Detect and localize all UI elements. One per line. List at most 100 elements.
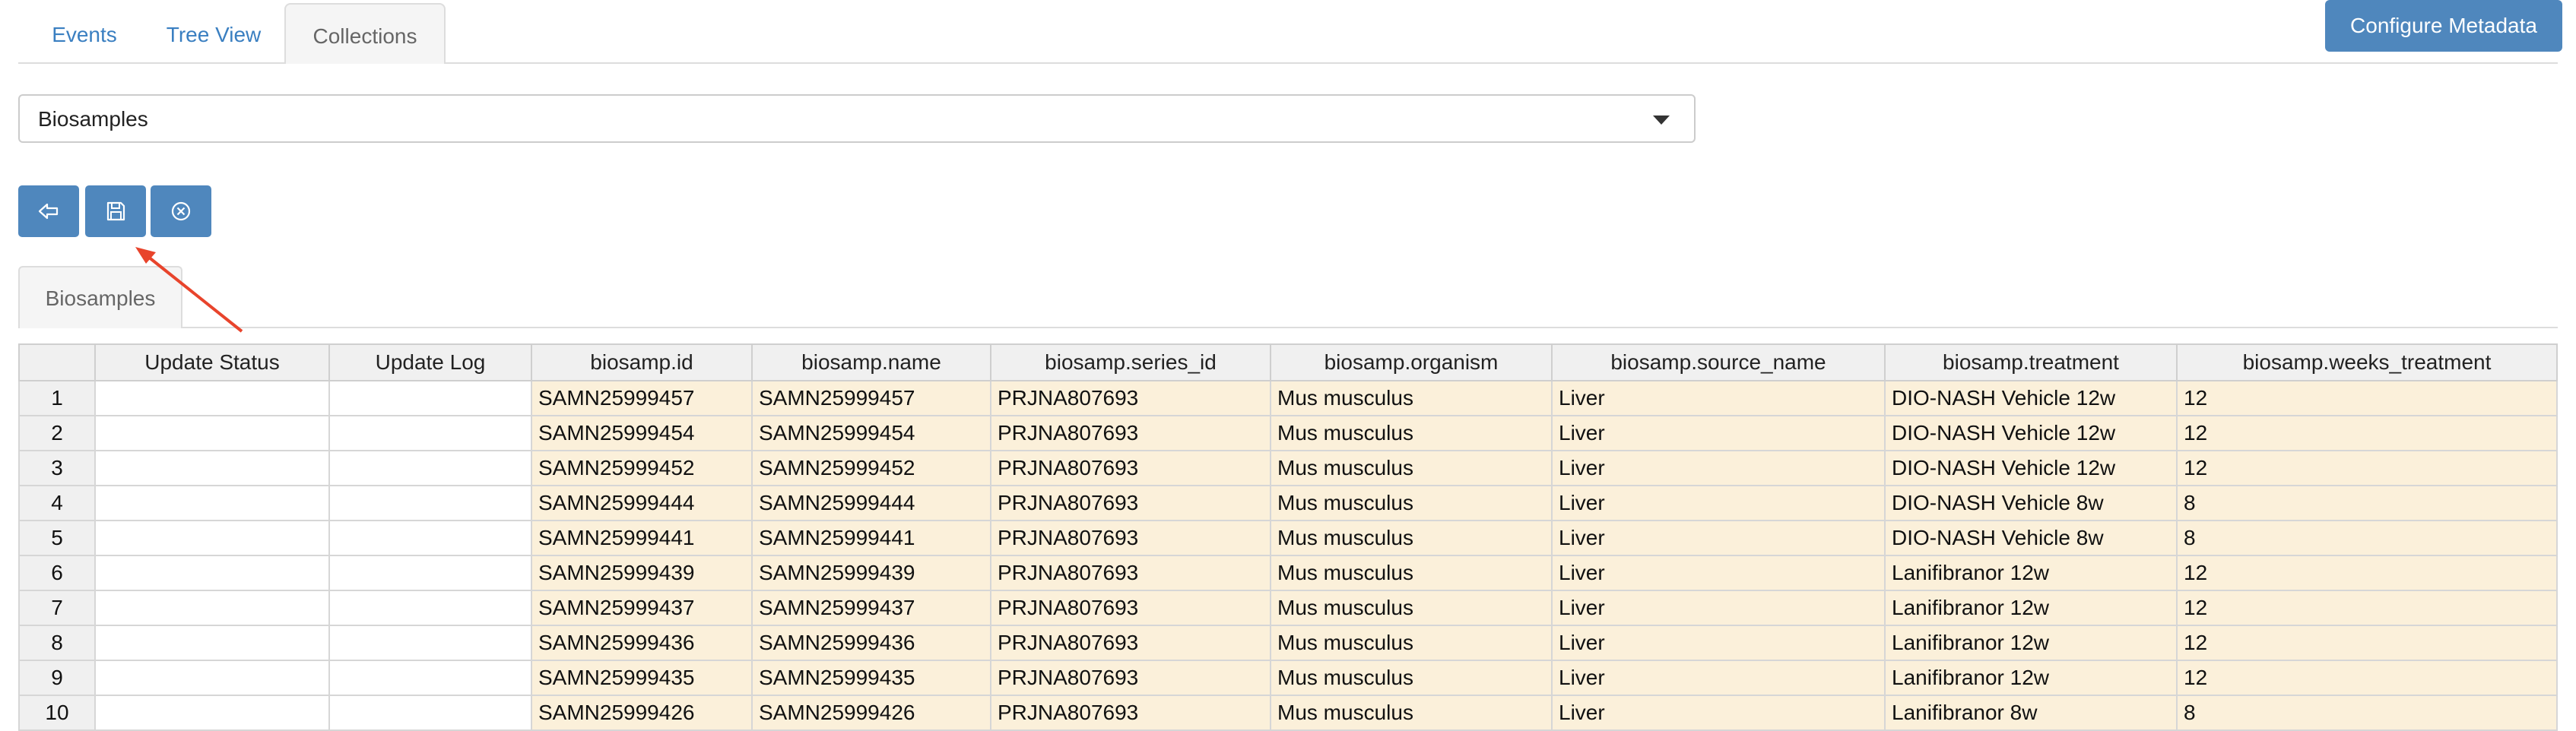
cancel-button[interactable] [151,185,211,237]
table-cell[interactable]: DIO-NASH Vehicle 12w [1884,450,2178,486]
table-cell[interactable]: Liver [1551,520,1886,556]
table-cell[interactable] [94,625,330,661]
table-cell[interactable] [94,660,330,696]
table-cell[interactable] [94,520,330,556]
table-cell[interactable]: DIO-NASH Vehicle 8w [1884,520,2178,556]
table-cell[interactable] [328,590,532,626]
table-cell[interactable]: PRJNA807693 [990,450,1271,486]
table-cell[interactable]: Liver [1551,555,1886,591]
table-cell[interactable]: Mus musculus [1270,415,1553,451]
table-cell[interactable]: SAMN25999452 [751,450,991,486]
table-cell[interactable]: SAMN25999435 [751,660,991,696]
table-row[interactable]: 2 SAMN25999454 SAMN25999454 PRJNA807693 Mus … [18,415,2558,451]
table-cell[interactable]: Mus musculus [1270,450,1553,486]
table-cell[interactable]: SAMN25999457 [751,380,991,416]
table-cell[interactable] [328,450,532,486]
table-cell[interactable]: SAMN25999436 [531,625,753,661]
table-cell[interactable]: Liver [1551,625,1886,661]
table-cell[interactable]: 8 [2176,695,2558,731]
table-cell[interactable] [94,450,330,486]
table-cell[interactable]: PRJNA807693 [990,555,1271,591]
column-header[interactable]: biosamp.treatment [1884,343,2178,381]
table-cell[interactable]: SAMN25999437 [751,590,991,626]
table-row[interactable]: 4 SAMN25999444 SAMN25999444 PRJNA807693 Mus … [18,485,2558,521]
table-row[interactable]: 10 SAMN25999426 SAMN25999426 PRJNA807693 Mus… [18,695,2558,731]
table-cell[interactable]: 8 [2176,485,2558,521]
table-cell[interactable]: SAMN25999454 [531,415,753,451]
table-cell[interactable]: 12 [2176,590,2558,626]
table-cell[interactable]: Lanifibranor 12w [1884,625,2178,661]
table-cell[interactable]: Liver [1551,450,1886,486]
table-cell[interactable]: SAMN25999441 [751,520,991,556]
table-cell[interactable]: 12 [2176,415,2558,451]
table-cell[interactable] [94,590,330,626]
configure-metadata-button[interactable]: Configure Metadata [2325,0,2562,52]
table-cell[interactable]: Liver [1551,485,1886,521]
table-cell[interactable] [328,695,532,731]
table-row[interactable]: 9 SAMN25999435 SAMN25999435 PRJNA807693 Mus … [18,660,2558,696]
column-header[interactable]: Update Status [94,343,330,381]
table-cell[interactable]: PRJNA807693 [990,660,1271,696]
table-cell[interactable]: Liver [1551,380,1886,416]
table-row[interactable]: 7 SAMN25999437 SAMN25999437 PRJNA807693 Mus … [18,590,2558,626]
save-button[interactable] [85,185,146,237]
table-cell[interactable]: PRJNA807693 [990,520,1271,556]
table-cell[interactable]: DIO-NASH Vehicle 12w [1884,380,2178,416]
table-cell[interactable]: PRJNA807693 [990,695,1271,731]
table-cell[interactable]: SAMN25999452 [531,450,753,486]
table-cell[interactable]: 12 [2176,660,2558,696]
table-cell[interactable]: Mus musculus [1270,380,1553,416]
table-cell[interactable] [328,520,532,556]
table-cell[interactable]: Lanifibranor 8w [1884,695,2178,731]
table-cell[interactable]: DIO-NASH Vehicle 12w [1884,415,2178,451]
table-cell[interactable]: PRJNA807693 [990,415,1271,451]
table-cell[interactable]: Mus musculus [1270,590,1553,626]
table-cell[interactable]: Liver [1551,660,1886,696]
table-cell[interactable] [328,625,532,661]
table-cell[interactable]: PRJNA807693 [990,625,1271,661]
table-cell[interactable]: PRJNA807693 [990,590,1271,626]
table-cell[interactable]: PRJNA807693 [990,380,1271,416]
column-header[interactable]: biosamp.series_id [990,343,1271,381]
table-cell[interactable] [94,485,330,521]
table-cell[interactable]: Mus musculus [1270,485,1553,521]
column-header[interactable]: Update Log [328,343,532,381]
table-cell[interactable]: Mus musculus [1270,625,1553,661]
table-cell[interactable]: SAMN25999437 [531,590,753,626]
table-cell[interactable]: 8 [2176,520,2558,556]
table-cell[interactable]: 12 [2176,555,2558,591]
table-row[interactable]: 8 SAMN25999436 SAMN25999436 PRJNA807693 Mus … [18,625,2558,661]
column-header[interactable]: biosamp.source_name [1551,343,1886,381]
table-cell[interactable]: Mus musculus [1270,555,1553,591]
table-cell[interactable]: SAMN25999426 [531,695,753,731]
table-cell[interactable] [94,555,330,591]
column-header[interactable]: biosamp.name [751,343,991,381]
tab-collections[interactable]: Collections [284,3,446,64]
table-cell[interactable] [328,660,532,696]
table-cell[interactable] [328,555,532,591]
table-cell[interactable]: SAMN25999436 [751,625,991,661]
subtab-biosamples[interactable]: Biosamples [18,266,182,328]
back-button[interactable] [18,185,79,237]
table-cell[interactable]: SAMN25999439 [751,555,991,591]
table-cell[interactable] [94,380,330,416]
tab-events[interactable]: Events [26,3,143,62]
table-cell[interactable]: SAMN25999444 [751,485,991,521]
table-cell[interactable]: 12 [2176,380,2558,416]
column-header[interactable]: biosamp.id [531,343,753,381]
table-cell[interactable] [94,695,330,731]
table-cell[interactable]: Mus musculus [1270,695,1553,731]
table-cell[interactable]: Liver [1551,415,1886,451]
table-row[interactable]: 6 SAMN25999439 SAMN25999439 PRJNA807693 Mus … [18,555,2558,591]
table-cell[interactable]: Mus musculus [1270,520,1553,556]
table-cell[interactable]: Mus musculus [1270,660,1553,696]
table-cell[interactable]: DIO-NASH Vehicle 8w [1884,485,2178,521]
table-cell[interactable] [328,415,532,451]
table-cell[interactable]: Liver [1551,695,1886,731]
biosamples-grid[interactable]: Update Status Update Log biosamp.id bios… [18,343,2558,731]
table-cell[interactable]: Liver [1551,590,1886,626]
table-cell[interactable]: Lanifibranor 12w [1884,555,2178,591]
table-cell[interactable]: SAMN25999441 [531,520,753,556]
table-cell[interactable]: PRJNA807693 [990,485,1271,521]
table-cell[interactable]: SAMN25999439 [531,555,753,591]
